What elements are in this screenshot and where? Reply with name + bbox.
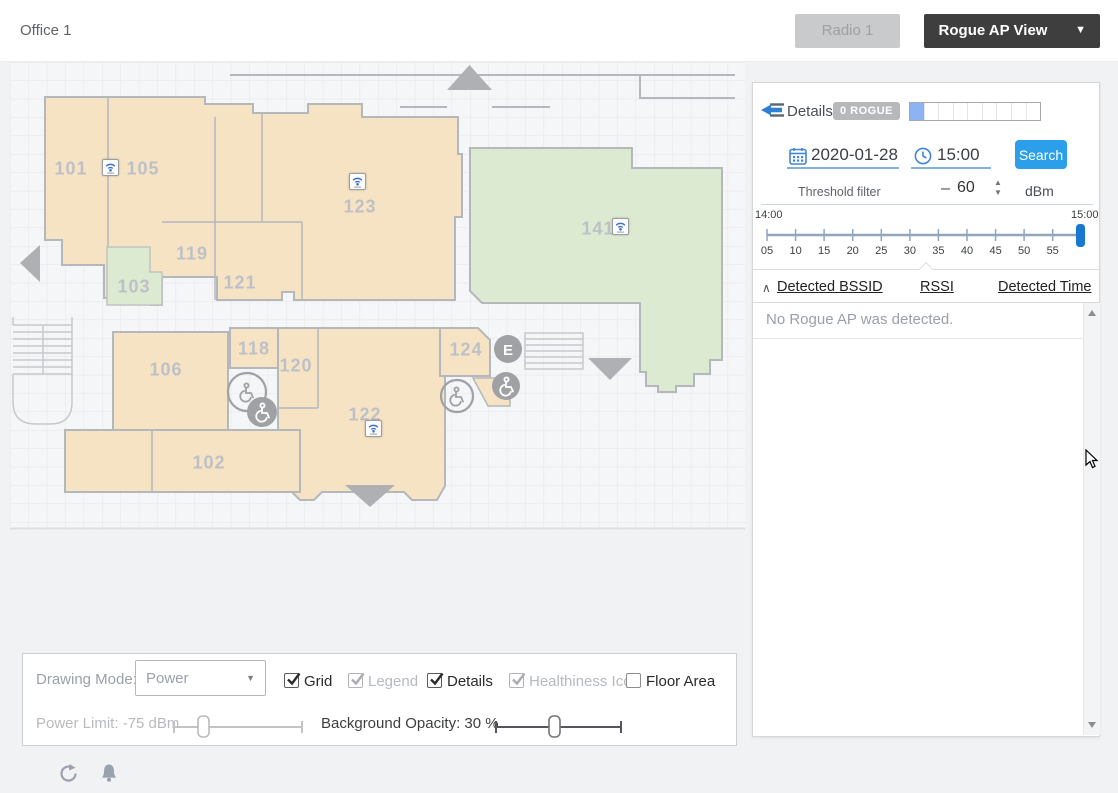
checkbox-grid[interactable] [284,673,299,688]
timeline-tick-label: 45 [989,245,1001,257]
details-title: Details [787,103,833,120]
scroll-up-icon[interactable] [1088,310,1096,316]
drawing-mode-select[interactable]: Power ▼ [135,660,266,696]
rogue-ap-details-panel: Details 0 ROGUE 2020-01-28 15:00 Search … [752,82,1100,737]
room-label: 106 [149,360,182,381]
collapse-panel-icon[interactable] [761,101,785,119]
spinner-down-icon[interactable]: ▼ [991,188,1005,198]
spinner-up-icon[interactable]: ▲ [991,178,1005,188]
threshold-filter-label: Threshold filter [798,185,881,199]
slider-pointer-notch [919,262,933,276]
time-slider-handle[interactable] [1076,224,1085,247]
scan-progress-bar [909,102,1041,121]
stairs-middle [525,333,583,369]
checkbox-healthiness-icon [509,673,524,688]
search-button[interactable]: Search [1015,140,1067,169]
wifi-ap-icon[interactable] [612,218,629,235]
threshold-spinner[interactable]: ▲ ▼ [991,178,1005,200]
radio-1-button: Radio 1 [795,14,900,48]
drawing-mode-label: Drawing Mode: [36,671,137,688]
power-limit-slider [171,714,331,740]
timeline-tick-label: 15 [818,245,830,257]
elevator-icon: E [494,335,522,363]
wifi-ap-icon[interactable] [102,159,119,176]
timeline-tick-label: 50 [1018,245,1030,257]
room-label: 121 [223,273,256,294]
wifi-ap-icon[interactable] [365,420,382,437]
wheelchair-icon [247,397,277,427]
timeline-tick-label: 35 [932,245,944,257]
timeline-tick-label: 20 [847,245,859,257]
list-scrollbar[interactable] [1083,303,1100,735]
sort-ascending-icon[interactable]: ∧ [762,281,771,295]
background-opacity-slider-handle[interactable] [549,716,560,737]
room-zones-lower-tan [65,328,510,500]
power-limit-slider-handle [198,716,209,737]
chevron-down-icon: ▼ [246,673,255,683]
background-opacity-slider[interactable] [493,714,653,740]
timeline-tick-label: 30 [904,245,916,257]
clock-icon [914,147,932,165]
room-label: 118 [238,339,270,360]
timeline-tick-label: 55 [1047,245,1059,257]
scroll-down-icon[interactable] [1088,722,1096,728]
checkbox-healthiness-icon-label: Healthiness Icon [529,673,640,690]
checkbox-floor-area[interactable] [626,673,641,688]
floor-map: E 101 105 123 141 119 103 121 11 [10,62,745,530]
room-label: 141 [581,219,614,240]
checkbox-details[interactable] [427,673,442,688]
room-label: 102 [192,453,225,474]
time-field[interactable]: 15:00 [937,145,980,165]
timeline-tick-label: 05 [761,245,773,257]
rogue-count-badge: 0 ROGUE [833,102,900,120]
top-bar: Office 1 Radio 1 Rogue AP View ▼ [0,0,1118,62]
checkbox-floor-area-label: Floor Area [646,673,715,690]
room-label: 124 [449,340,482,361]
power-limit-label: Power Limit: -75 dBm [36,715,179,732]
column-header-rssi[interactable]: RSSI [920,279,954,295]
room-label: 120 [279,356,312,377]
time-slider[interactable] [761,219,1093,249]
checkbox-details-label: Details [447,673,493,690]
wheelchair-icon [492,372,520,400]
room-label: 103 [117,277,150,298]
threshold-value-input[interactable]: 60 [957,179,975,197]
calendar-icon [789,147,807,165]
svg-text:E: E [503,342,513,359]
refresh-icon[interactable] [58,763,79,784]
rogue-ap-view-dropdown[interactable]: Rogue AP View ▼ [924,14,1100,48]
room-label: 123 [343,197,376,218]
wifi-ap-icon[interactable] [349,173,366,190]
column-header-detected-time[interactable]: Detected Time [998,279,1092,295]
timeline-tick-label: 40 [961,245,973,257]
threshold-minus-sign: – [941,180,950,198]
drawing-mode-value: Power [146,670,189,687]
timeline-tick-label: 10 [789,245,801,257]
page-title: Office 1 [20,22,71,39]
room-label: 105 [126,159,159,180]
column-header-detected-bssid[interactable]: Detected BSSID [777,279,883,295]
chevron-down-icon: ▼ [1075,24,1086,36]
room-label: 101 [54,159,87,180]
checkbox-legend-label: Legend [368,673,418,690]
drawing-controls-bar: Drawing Mode: Power ▼ Grid Legend Detail… [22,653,737,746]
rogue-ap-view-label: Rogue AP View [924,22,1062,39]
date-field[interactable]: 2020-01-28 [811,145,898,165]
checkbox-legend [348,673,363,688]
empty-table-message: No Rogue AP was detected. [766,311,953,328]
room-label: 119 [176,244,208,265]
background-opacity-label: Background Opacity: 30 % [321,715,499,732]
bell-icon[interactable] [100,763,118,784]
threshold-unit: dBm [1025,183,1054,199]
checkbox-grid-label: Grid [304,673,332,690]
timeline-tick-label: 25 [875,245,887,257]
